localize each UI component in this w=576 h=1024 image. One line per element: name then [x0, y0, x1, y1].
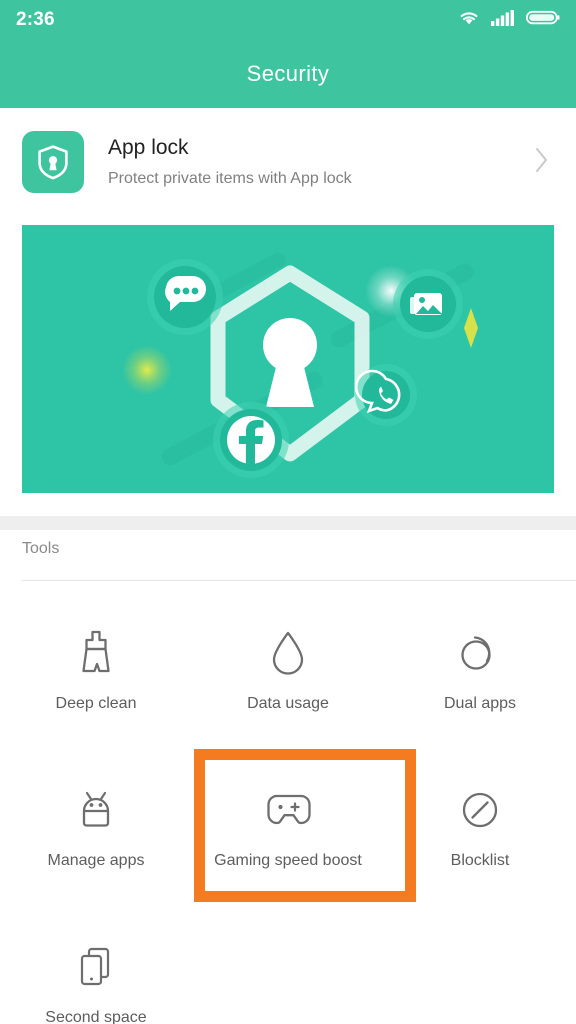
app-lock-title: App lock — [108, 136, 189, 160]
gamepad-icon — [257, 781, 319, 839]
tool-manage-apps[interactable]: Manage apps — [0, 759, 192, 916]
tools-section: Tools Deep clean Data usage Dual apps Ma… — [0, 530, 576, 1024]
app-lock-subtitle: Protect private items with App lock — [108, 169, 352, 187]
status-icon-group — [458, 9, 560, 31]
whatsapp-icon — [354, 364, 417, 426]
battery-icon — [525, 9, 560, 31]
droplet-icon — [257, 624, 319, 682]
block-circle-icon — [449, 781, 511, 839]
cellular-signal-icon — [491, 9, 515, 31]
tool-dual-apps[interactable]: Dual apps — [384, 602, 576, 759]
page-title: Security — [246, 61, 330, 86]
tool-label: Manage apps — [47, 852, 145, 869]
tool-label: Dual apps — [443, 695, 517, 712]
tool-second-space[interactable]: Second space — [0, 916, 192, 1024]
app-lock-card: App lock Protect private items with App … — [0, 108, 576, 516]
security-app-screen: 2:36 Security App lock Protect private i… — [0, 0, 576, 1024]
broom-icon — [65, 624, 127, 682]
tools-section-header: Tools — [22, 540, 60, 557]
dual-circles-icon — [449, 624, 511, 682]
chevron-right-icon[interactable] — [534, 146, 550, 179]
tools-divider — [22, 580, 576, 581]
section-separator — [0, 516, 576, 530]
tool-label: Second space — [45, 1009, 147, 1024]
tools-grid: Deep clean Data usage Dual apps Manage a… — [0, 602, 576, 1024]
status-bar: 2:36 — [0, 0, 576, 40]
wifi-icon — [458, 9, 480, 31]
android-robot-icon — [65, 781, 127, 839]
tool-label: Data usage — [247, 695, 329, 712]
status-time: 2:36 — [16, 9, 55, 30]
tool-deep-clean[interactable]: Deep clean — [0, 602, 192, 759]
tool-gaming-speed-boost[interactable]: Gaming speed boost — [192, 749, 416, 916]
gallery-icon — [393, 269, 463, 339]
app-lock-banner[interactable] — [22, 225, 554, 493]
tool-data-usage[interactable]: Data usage — [192, 602, 384, 759]
shield-lock-icon — [22, 131, 84, 193]
app-lock-row[interactable]: App lock Protect private items with App … — [0, 108, 576, 216]
chat-bubble-icon — [147, 259, 223, 335]
facebook-icon — [213, 402, 289, 478]
tool-label: Deep clean — [55, 695, 137, 712]
tool-blocklist[interactable]: Blocklist — [384, 759, 576, 916]
app-bar: Security — [0, 40, 576, 108]
app-lock-shield-banner — [22, 225, 554, 493]
tool-label: Gaming speed boost — [214, 852, 362, 869]
tool-label: Blocklist — [450, 852, 510, 869]
two-phones-icon — [65, 938, 127, 996]
app-lock-text-group: App lock Protect private items with App … — [108, 135, 534, 188]
